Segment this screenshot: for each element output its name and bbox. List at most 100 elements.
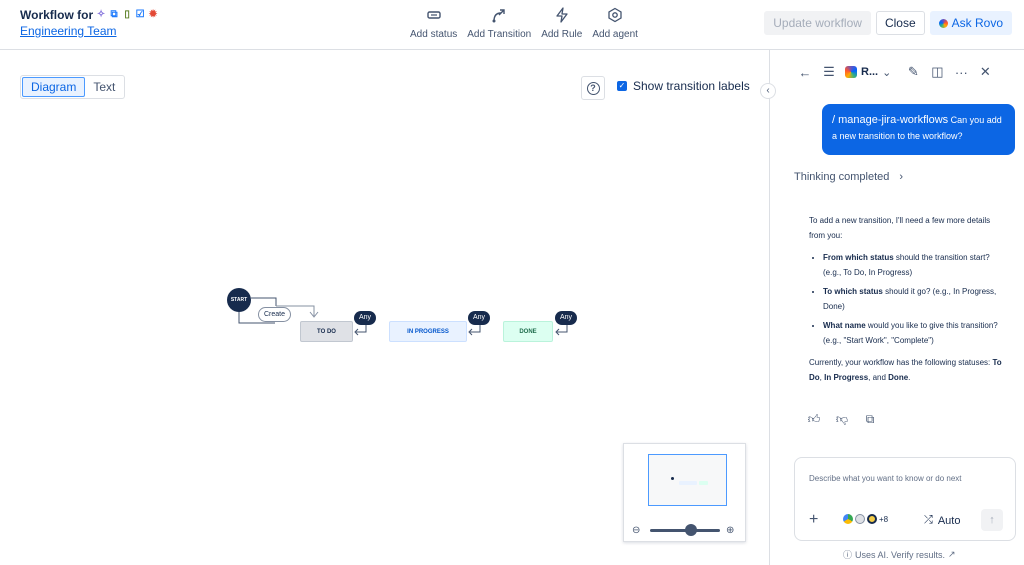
- workflow-editor: Workflow for ✧ ⧉ ▯ ☑ ✹ Engineering Team …: [0, 0, 1024, 565]
- mode-selector[interactable]: ⤮ Auto: [924, 514, 960, 527]
- rovo-icon: [938, 18, 948, 28]
- minimap-in-progress: [679, 481, 697, 485]
- assistant-response: To add a new transition, I'll need a few…: [809, 214, 1004, 385]
- send-button[interactable]: ↑: [981, 509, 1003, 531]
- chat-input-placeholder[interactable]: Describe what you want to know or do nex…: [809, 474, 962, 483]
- mode-label: Auto: [937, 514, 961, 527]
- response-intro: To add a new transition, I'll need a few…: [809, 216, 991, 240]
- more-tools-count: +8: [879, 514, 889, 524]
- create-transition-label[interactable]: Create: [258, 307, 292, 322]
- minimap-start-dot: [671, 477, 674, 480]
- status-in-progress[interactable]: IN PROGRESS: [389, 321, 467, 342]
- minimap-viewport[interactable]: [648, 454, 727, 506]
- add-transition-label: Add Transition: [467, 29, 532, 40]
- start-node[interactable]: START: [227, 288, 251, 312]
- edit-icon[interactable]: ✎: [905, 64, 921, 80]
- thumbs-up-icon[interactable]: 👍︎: [807, 412, 821, 426]
- status-done[interactable]: DONE: [503, 321, 553, 342]
- subtask-icon: ⧉: [110, 9, 118, 20]
- back-arrow-icon[interactable]: ←: [797, 64, 813, 80]
- diagram-canvas[interactable]: Diagram Text ? ✓ Show transition labels …: [0, 50, 770, 565]
- outro-end: .: [908, 372, 911, 382]
- list-item-bold: To which status: [823, 287, 883, 296]
- zoom-slider-thumb[interactable]: [685, 523, 697, 536]
- list-item-bold: From which status: [823, 253, 894, 262]
- close-button[interactable]: Close: [875, 11, 925, 35]
- external-link-icon[interactable]: ↗: [948, 549, 956, 560]
- web-icon: [855, 514, 865, 524]
- chat-input[interactable]: Describe what you want to know or do nex…: [794, 457, 1016, 541]
- outro-status: In Progress: [824, 372, 869, 382]
- minimap-done: [699, 481, 708, 485]
- menu-icon[interactable]: ☰: [821, 64, 837, 80]
- show-labels-toggle[interactable]: ✓ Show transition labels: [617, 79, 750, 93]
- chevron-left-icon: ‹: [766, 85, 770, 96]
- list-item: To which status should it go? (e.g., In …: [823, 285, 1004, 314]
- zoom-in-icon[interactable]: ⊕: [726, 525, 738, 536]
- zoom-controls: ⊖ ⊕: [632, 522, 739, 538]
- outro-text: Currently, your workflow has the followi…: [809, 358, 993, 367]
- sparkle-icon: ✧: [96, 9, 106, 20]
- thinking-status[interactable]: Thinking completed ›: [794, 171, 903, 183]
- rovo-chat-panel: ← ☰ R... ⌄ ✎ ◫ ··· ✕ / manage-jira-workf…: [771, 50, 1024, 565]
- update-workflow-button[interactable]: Update workflow: [764, 11, 871, 35]
- app-icon: [867, 514, 877, 524]
- list-item: What name would you like to give this tr…: [823, 319, 1004, 348]
- ask-rovo-button[interactable]: Ask Rovo: [929, 11, 1012, 35]
- ask-rovo-label: Ask Rovo: [951, 16, 1003, 30]
- disclaimer-text: Uses AI. Verify results.: [855, 549, 946, 560]
- response-outro: Currently, your workflow has the followi…: [809, 356, 1004, 385]
- shuffle-icon: ⤮: [924, 514, 933, 526]
- outro-status: Done: [888, 372, 909, 382]
- any-transition-in-progress[interactable]: Any: [468, 311, 491, 325]
- help-button[interactable]: ?: [581, 76, 605, 100]
- list-item: From which status should the transition …: [823, 251, 1004, 280]
- agent-selector[interactable]: R... ⌄: [845, 66, 891, 79]
- chevron-right-icon: ›: [899, 171, 904, 183]
- tab-text[interactable]: Text: [85, 77, 123, 97]
- bug-icon: ✹: [148, 9, 158, 20]
- copy-icon[interactable]: ⧉: [863, 412, 877, 426]
- add-transition-button[interactable]: Add Transition: [462, 7, 536, 40]
- drive-icon: [843, 514, 853, 524]
- title-area: Workflow for ✧ ⧉ ▯ ☑ ✹ Engineering Team: [20, 8, 158, 38]
- add-agent-button[interactable]: Add agent: [587, 7, 643, 40]
- more-icon[interactable]: ···: [953, 64, 969, 80]
- any-transition-todo[interactable]: Any: [354, 311, 377, 325]
- user-message: / manage-jira-workflows Can you add a ne…: [822, 104, 1015, 155]
- add-agent-label: Add agent: [592, 29, 638, 40]
- sidebar-icon[interactable]: ◫: [929, 64, 945, 80]
- task-icon: ☑: [135, 9, 145, 20]
- minimap[interactable]: ⊖ ⊕: [623, 443, 746, 542]
- agent-logo-icon: [845, 66, 857, 78]
- tab-diagram[interactable]: Diagram: [22, 77, 86, 97]
- info-icon: ⓘ: [843, 550, 853, 560]
- add-status-label: Add status: [410, 29, 458, 40]
- agent-name-label: R...: [861, 66, 879, 78]
- any-transition-done[interactable]: Any: [555, 311, 578, 325]
- status-icon: [426, 11, 441, 19]
- status-todo[interactable]: TO DO: [300, 321, 353, 342]
- zoom-slider[interactable]: [650, 523, 720, 536]
- add-attachment-icon[interactable]: +: [809, 512, 818, 528]
- collapse-panel-button[interactable]: ‹: [760, 83, 776, 99]
- add-rule-label: Add Rule: [541, 29, 583, 40]
- response-list: From which status should the transition …: [823, 251, 1004, 348]
- add-status-button[interactable]: Add status: [405, 7, 462, 40]
- project-link[interactable]: Engineering Team: [20, 24, 158, 38]
- chevron-down-icon: ⌄: [882, 66, 892, 79]
- add-rule-button[interactable]: Add Rule: [536, 7, 587, 40]
- close-icon[interactable]: ✕: [977, 64, 993, 80]
- transition-icon: [492, 9, 505, 23]
- feedback-actions: 👍︎ 👎︎ ⧉: [807, 412, 877, 426]
- thinking-label: Thinking completed: [794, 171, 890, 183]
- connected-tools[interactable]: +8: [843, 514, 888, 524]
- slash-command: / manage-jira-workflows: [832, 114, 949, 126]
- checkbox-icon[interactable]: ✓: [617, 81, 627, 91]
- panel-header: ← ☰ R... ⌄ ✎ ◫ ··· ✕: [771, 50, 1024, 94]
- zoom-out-icon[interactable]: ⊖: [632, 525, 644, 536]
- show-labels-label: Show transition labels: [633, 79, 750, 93]
- ai-disclaimer: ⓘ Uses AI. Verify results. ↗: [843, 548, 956, 561]
- thumbs-down-icon[interactable]: 👎︎: [835, 412, 849, 426]
- page-title: Workflow for: [20, 8, 94, 22]
